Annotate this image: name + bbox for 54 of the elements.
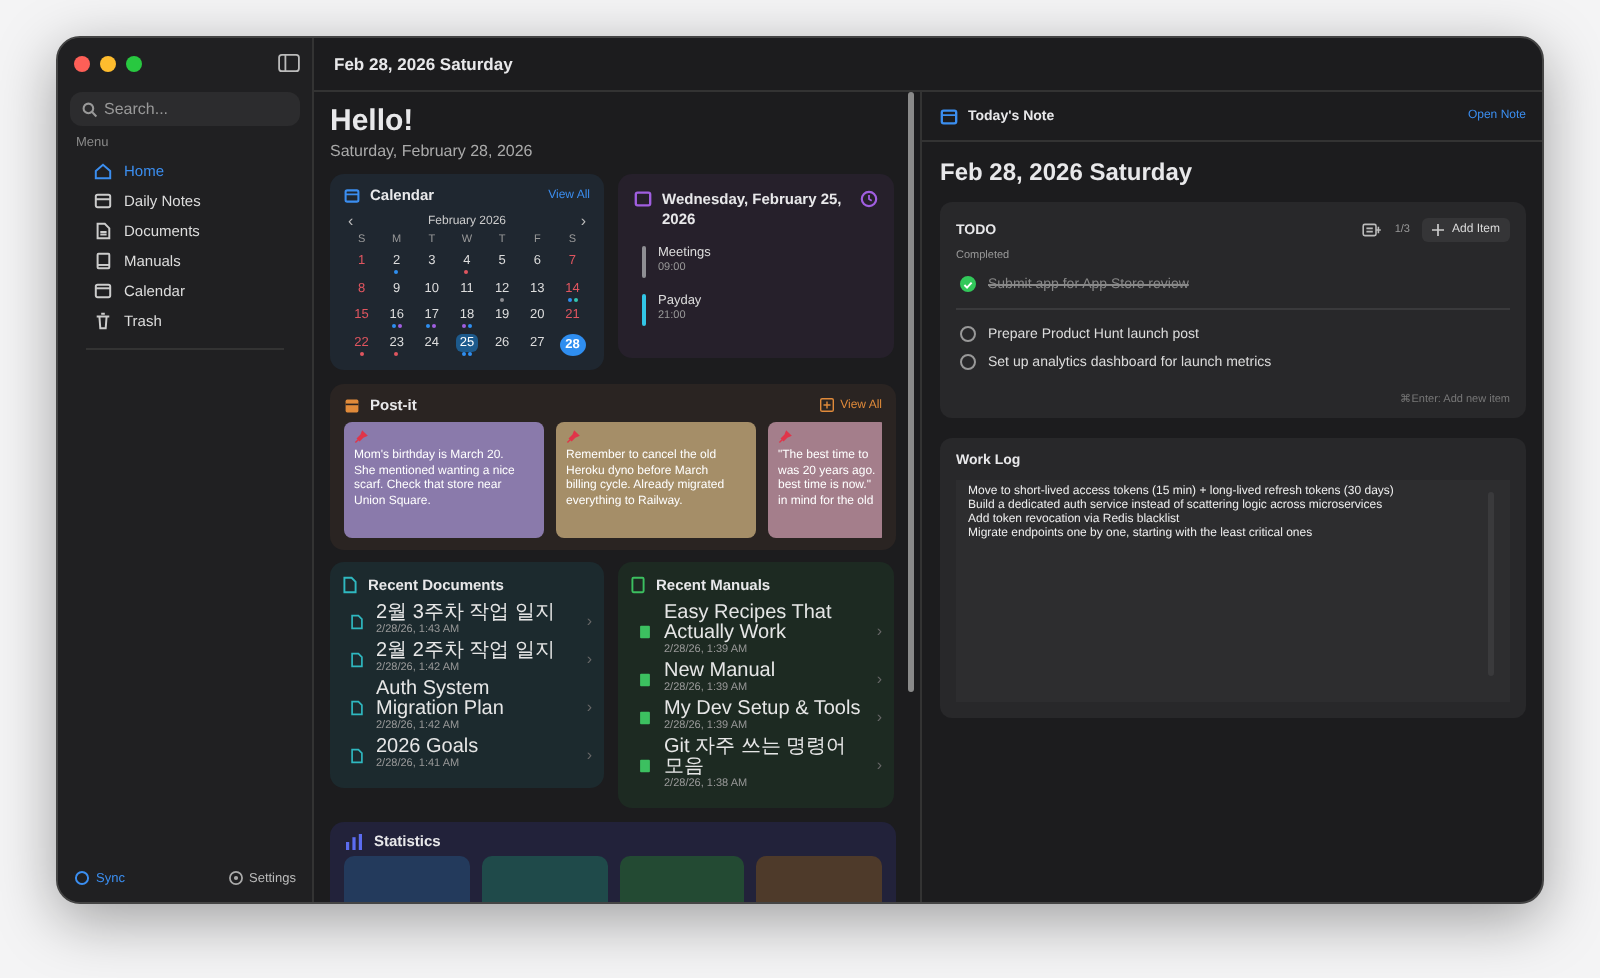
book-icon [638, 623, 652, 639]
plus-icon [1431, 224, 1444, 236]
chevron-icon: › [876, 756, 882, 774]
chevron-icon: › [876, 708, 882, 726]
minimize-window-button[interactable] [100, 55, 116, 71]
chevron-icon: › [586, 746, 592, 764]
document-icon [350, 613, 364, 629]
settings-icon [227, 870, 243, 886]
chevron-icon: › [586, 612, 592, 630]
calendar-icon [634, 190, 652, 208]
next-month-button[interactable]: › [580, 212, 586, 230]
book-icon [638, 757, 652, 773]
close-window-button[interactable] [74, 55, 90, 71]
clock-icon[interactable] [860, 190, 878, 208]
calendar-icon [344, 187, 360, 203]
zoom-window-button[interactable] [126, 55, 142, 71]
chevron-icon: › [586, 650, 592, 668]
page-title: Feb 28, 2026 Saturday [334, 54, 513, 74]
document-icon [350, 651, 364, 667]
note-icon [344, 397, 360, 413]
chevron-icon: › [586, 698, 592, 716]
chevron-icon: › [876, 622, 882, 640]
chevron-icon: › [876, 670, 882, 688]
pin-icon [778, 430, 792, 444]
calendar-icon [94, 282, 112, 300]
pin-icon [566, 430, 580, 444]
book-icon [630, 576, 646, 594]
sidebar-toggle-icon[interactable] [278, 54, 300, 72]
checkbox[interactable] [960, 354, 976, 370]
document-icon [94, 222, 112, 240]
greeting-title: Hello! [330, 104, 416, 138]
bar-chart-icon [344, 833, 364, 849]
notes-icon [94, 192, 112, 210]
scrollbar[interactable] [908, 92, 914, 692]
calendar-icon [940, 107, 958, 125]
document-icon [342, 576, 358, 594]
home-icon [94, 162, 112, 180]
note-title: Feb 28, 2026 Saturday [940, 158, 1195, 186]
trash-icon [94, 312, 112, 330]
greeting-date: Saturday, February 28, 2026 [330, 142, 535, 160]
pin-icon [354, 430, 368, 444]
search-icon [82, 102, 98, 118]
checkbox[interactable] [960, 326, 976, 342]
checkbox[interactable] [960, 276, 976, 292]
document-icon [350, 699, 364, 715]
add-icon [820, 398, 835, 412]
sync-icon [74, 870, 90, 886]
book-icon [638, 709, 652, 725]
search-field[interactable]: Search... [70, 92, 300, 126]
list-icon[interactable] [1362, 222, 1383, 238]
book-icon [94, 252, 112, 270]
book-icon [638, 671, 652, 687]
document-icon [350, 747, 364, 763]
previous-month-button[interactable]: ‹ [348, 212, 354, 230]
